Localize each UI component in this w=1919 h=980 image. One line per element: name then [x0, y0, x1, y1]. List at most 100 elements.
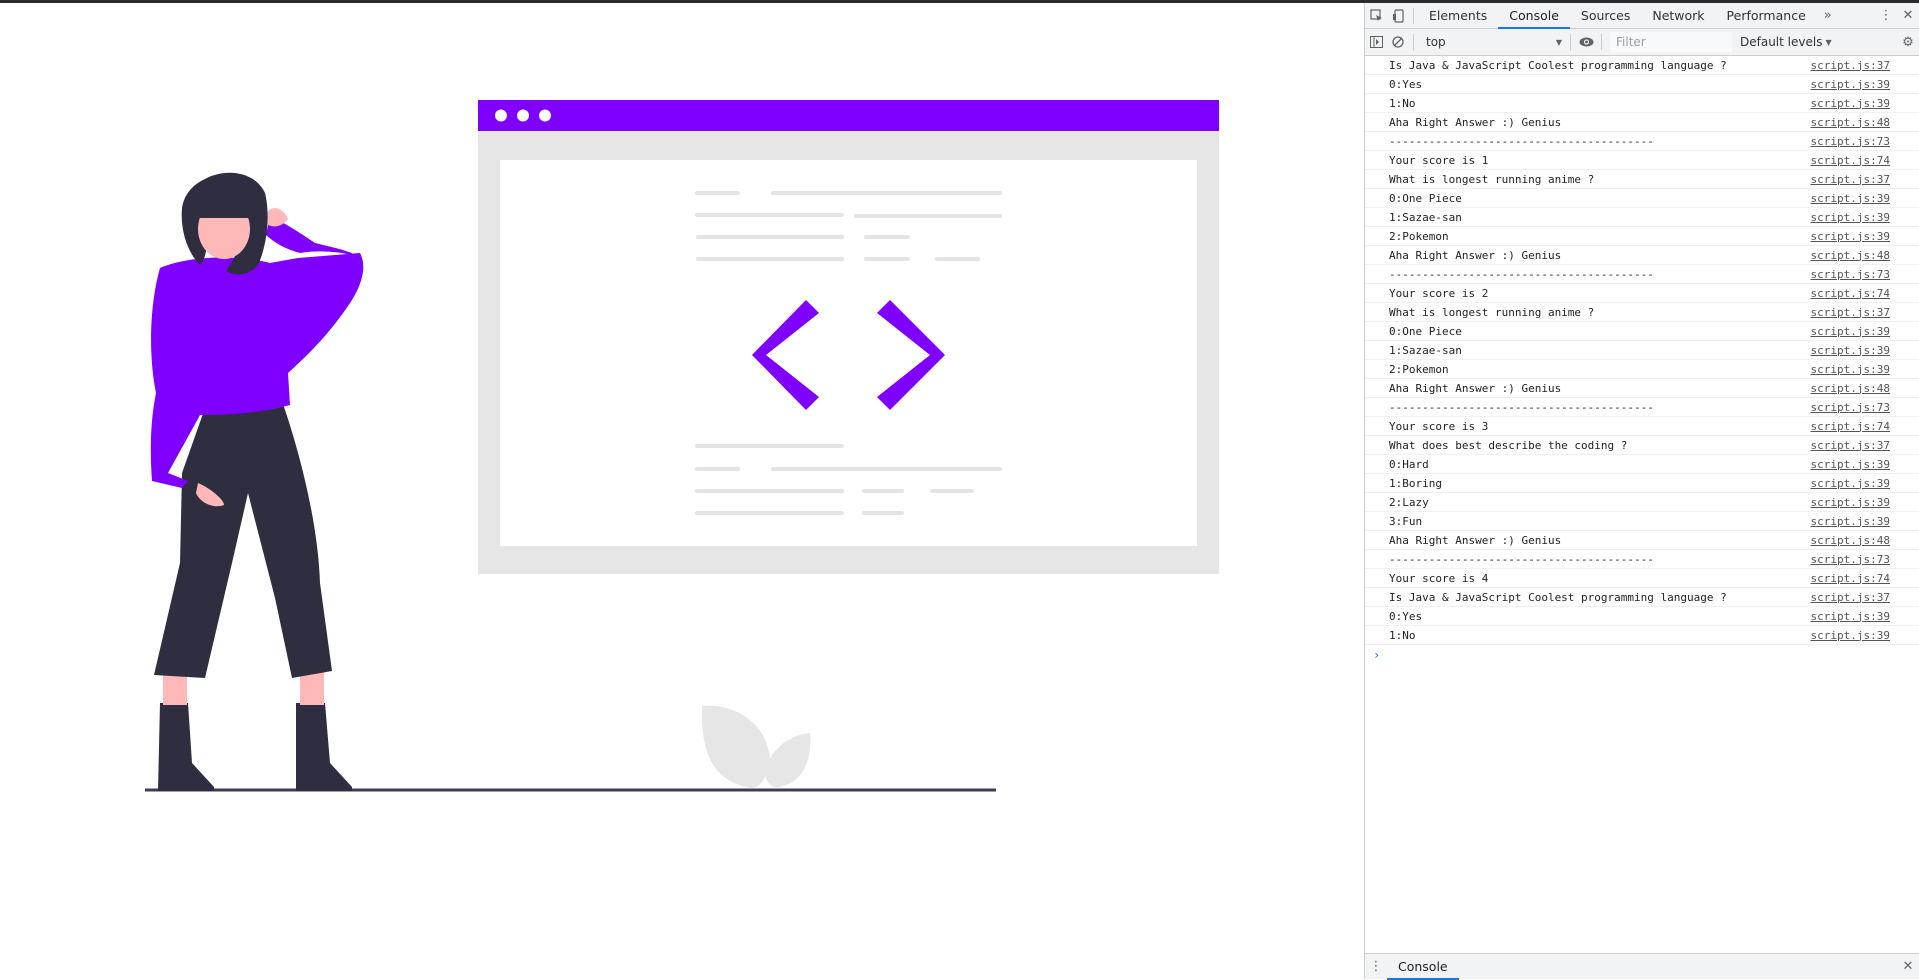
source-link[interactable]: script.js:74: [1811, 420, 1890, 433]
devtools-drawer: ⋮ Console ✕: [1365, 953, 1919, 980]
console-message-row: Aha Right Answer :) Genius script.js:48: [1365, 113, 1919, 132]
source-link[interactable]: script.js:39: [1811, 97, 1890, 110]
console-prompt[interactable]: ›: [1365, 645, 1919, 665]
console-message-row: 2:Pokemon script.js:39: [1365, 227, 1919, 246]
console-message-row: Is Java & JavaScript Coolest programming…: [1365, 56, 1919, 75]
context-select[interactable]: top ▼: [1426, 35, 1566, 49]
console-message-row: What is longest running anime ? script.js…: [1365, 170, 1919, 189]
plant-leaves-graphic: [701, 705, 811, 788]
console-message-text: ----------------------------------------: [1389, 134, 1654, 148]
kebab-menu-icon[interactable]: ⋮: [1875, 3, 1897, 29]
source-link[interactable]: script.js:48: [1811, 382, 1890, 395]
console-message-row: 0:One Piece script.js:39: [1365, 322, 1919, 341]
source-link[interactable]: script.js:48: [1811, 534, 1890, 547]
console-message-text: 1:No: [1389, 628, 1416, 642]
source-link[interactable]: script.js:74: [1811, 572, 1890, 585]
console-message-text: ----------------------------------------: [1389, 267, 1654, 281]
console-message-row: 3:Fun script.js:39: [1365, 512, 1919, 531]
source-link[interactable]: script.js:39: [1811, 477, 1890, 490]
source-link[interactable]: script.js:73: [1811, 135, 1890, 148]
tab-network[interactable]: Network: [1641, 3, 1715, 29]
source-link[interactable]: script.js:74: [1811, 154, 1890, 167]
tab-elements[interactable]: Elements: [1418, 3, 1498, 29]
console-message-row: 2:Lazy script.js:39: [1365, 493, 1919, 512]
console-message-row: Aha Right Answer :) Genius script.js:48: [1365, 379, 1919, 398]
console-message-row: Your score is 4 script.js:74: [1365, 569, 1919, 588]
console-message-row: 0:Yes script.js:39: [1365, 607, 1919, 626]
more-tabs-icon[interactable]: »: [1817, 3, 1839, 29]
source-link[interactable]: script.js:73: [1811, 268, 1890, 281]
dropdown-arrow-icon: ▼: [1825, 37, 1832, 47]
source-link[interactable]: script.js:37: [1811, 59, 1890, 72]
browser-window-graphic: [478, 100, 1219, 574]
console-message-text: 0:Yes: [1389, 609, 1423, 623]
source-link[interactable]: script.js:37: [1811, 173, 1890, 186]
console-message-text: Is Java & JavaScript Coolest programming…: [1389, 58, 1727, 72]
close-icon[interactable]: ✕: [1897, 3, 1919, 29]
console-messages: Is Java & JavaScript Coolest programming…: [1365, 56, 1919, 665]
toolbar-separator: [1601, 34, 1602, 50]
console-message-row: ----------------------------------------…: [1365, 132, 1919, 151]
source-link[interactable]: script.js:39: [1811, 344, 1890, 357]
source-link[interactable]: script.js:39: [1811, 629, 1890, 642]
source-link[interactable]: script.js:48: [1811, 116, 1890, 129]
source-link[interactable]: script.js:39: [1811, 496, 1890, 509]
source-link[interactable]: script.js:39: [1811, 78, 1890, 91]
console-message-row: 1:Sazae-san script.js:39: [1365, 208, 1919, 227]
console-message-text: 2:Lazy: [1389, 495, 1429, 509]
inspect-icon[interactable]: [1365, 3, 1387, 29]
source-link[interactable]: script.js:37: [1811, 306, 1890, 319]
settings-gear-icon[interactable]: ⚙: [1897, 29, 1919, 55]
console-message-text: 0:Hard: [1389, 457, 1429, 471]
source-link[interactable]: script.js:73: [1811, 401, 1890, 414]
tab-console[interactable]: Console: [1498, 3, 1570, 29]
console-message-row: 1:No script.js:39: [1365, 626, 1919, 645]
console-message-row: 0:One Piece script.js:39: [1365, 189, 1919, 208]
source-link[interactable]: script.js:39: [1811, 192, 1890, 205]
eye-icon[interactable]: [1575, 29, 1597, 55]
drawer-close-icon[interactable]: ✕: [1897, 954, 1919, 980]
source-link[interactable]: script.js:39: [1811, 211, 1890, 224]
source-link[interactable]: script.js:39: [1811, 515, 1890, 528]
console-message-text: Aha Right Answer :) Genius: [1389, 533, 1562, 547]
console-message-row: What is longest running anime ? script.js…: [1365, 303, 1919, 322]
console-message-text: ----------------------------------------: [1389, 400, 1654, 414]
console-message-text: Aha Right Answer :) Genius: [1389, 381, 1562, 395]
tab-performance[interactable]: Performance: [1716, 3, 1817, 29]
console-message-text: Your score is 2: [1389, 286, 1489, 300]
tab-separator: [1413, 7, 1414, 24]
console-message-row: Your score is 3 script.js:74: [1365, 417, 1919, 436]
drawer-menu-icon[interactable]: ⋮: [1365, 954, 1387, 980]
device-toolbar-icon[interactable]: [1387, 3, 1409, 29]
filter-input[interactable]: [1610, 32, 1732, 52]
source-link[interactable]: script.js:39: [1811, 458, 1890, 471]
console-message-row: ----------------------------------------…: [1365, 398, 1919, 417]
sidebar-toggle-icon[interactable]: [1365, 29, 1387, 55]
console-message-text: 1:Sazae-san: [1389, 343, 1462, 357]
source-link[interactable]: script.js:39: [1811, 230, 1890, 243]
console-message-text: Aha Right Answer :) Genius: [1389, 248, 1562, 262]
console-message-text: 0:One Piece: [1389, 324, 1462, 338]
source-link[interactable]: script.js:39: [1811, 610, 1890, 623]
console-message-text: 1:Boring: [1389, 476, 1442, 490]
log-levels-select[interactable]: Default levels ▼: [1740, 35, 1836, 49]
source-link[interactable]: script.js:37: [1811, 591, 1890, 604]
console-message-row: Aha Right Answer :) Genius script.js:48: [1365, 246, 1919, 265]
console-message-text: What is longest running anime ?: [1389, 305, 1595, 319]
clear-console-icon[interactable]: [1387, 29, 1409, 55]
source-link[interactable]: script.js:74: [1811, 287, 1890, 300]
console-message-text: ----------------------------------------: [1389, 552, 1654, 566]
source-link[interactable]: script.js:39: [1811, 325, 1890, 338]
drawer-tab-console[interactable]: Console: [1387, 954, 1459, 980]
source-link[interactable]: script.js:73: [1811, 553, 1890, 566]
console-message-row: 1:No script.js:39: [1365, 94, 1919, 113]
console-message-text: 0:Yes: [1389, 77, 1423, 91]
source-link[interactable]: script.js:37: [1811, 439, 1890, 452]
source-link[interactable]: script.js:39: [1811, 363, 1890, 376]
console-message-text: Aha Right Answer :) Genius: [1389, 115, 1562, 129]
tab-sources[interactable]: Sources: [1570, 3, 1641, 29]
source-link[interactable]: script.js:48: [1811, 249, 1890, 262]
devtools-tabbar: Elements Console Sources Network Perform…: [1365, 3, 1919, 29]
toolbar-separator: [1570, 34, 1571, 50]
console-message-text: Is Java & JavaScript Coolest programming…: [1389, 590, 1727, 604]
